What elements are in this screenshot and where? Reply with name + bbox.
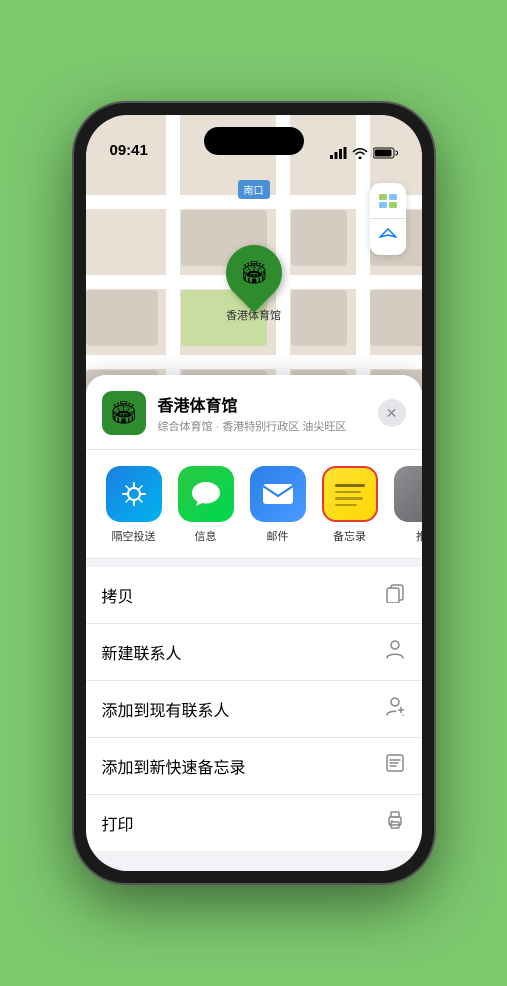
new-contact-icon (384, 638, 406, 666)
action-print[interactable]: 打印 (86, 795, 422, 851)
action-new-contact[interactable]: 新建联系人 (86, 624, 422, 681)
more-label: 推 (416, 528, 422, 544)
notes-lines (331, 478, 369, 511)
copy-icon (384, 581, 406, 609)
copy-symbol (384, 581, 406, 603)
more-icon (394, 466, 422, 522)
airdrop-label: 隔空投送 (112, 528, 156, 544)
battery-icon (373, 147, 398, 159)
messages-icon (178, 466, 234, 522)
action-print-label: 打印 (102, 811, 134, 835)
signal-icon (330, 147, 347, 159)
action-quick-note[interactable]: 添加到新快速备忘录 (86, 738, 422, 795)
location-header: 🏟 香港体育馆 综合体育馆 · 香港特别行政区 油尖旺区 ✕ (86, 375, 422, 450)
map-block (370, 290, 422, 346)
action-add-existing-contact[interactable]: 添加到现有联系人 (86, 681, 422, 738)
bottom-sheet: 🏟 香港体育馆 综合体育馆 · 香港特别行政区 油尖旺区 ✕ (86, 375, 422, 871)
action-quick-note-label: 添加到新快速备忘录 (102, 754, 246, 778)
notes-line-3 (335, 497, 363, 500)
phone-screen: 09:41 (86, 115, 422, 871)
location-icon: 🏟 (102, 391, 146, 435)
airdrop-symbol (119, 479, 149, 509)
status-time: 09:41 (110, 142, 148, 159)
location-arrow-icon (379, 228, 397, 246)
action-list: 拷贝 新建联系人 (86, 567, 422, 851)
person-symbol (384, 638, 406, 660)
mail-icon (250, 466, 306, 522)
notes-line-4 (335, 504, 357, 507)
notes-line-2 (335, 491, 361, 494)
mail-label: 邮件 (267, 528, 289, 544)
location-button[interactable] (370, 219, 406, 255)
map-controls (370, 183, 406, 255)
map-type-button[interactable] (370, 183, 406, 219)
print-icon (384, 809, 406, 837)
messages-label: 信息 (195, 528, 217, 544)
action-copy-label: 拷贝 (102, 583, 134, 607)
notes-line-1 (335, 484, 365, 487)
map-marker: 🏟 香港体育馆 (226, 245, 282, 323)
dynamic-island (204, 127, 304, 155)
airdrop-icon (106, 466, 162, 522)
wifi-icon (352, 147, 368, 159)
notes-icon (322, 466, 378, 522)
marker-icon: 🏟 (240, 260, 268, 286)
action-new-contact-label: 新建联系人 (102, 640, 182, 664)
action-add-existing-label: 添加到现有联系人 (102, 697, 230, 721)
messages-symbol (190, 479, 222, 509)
map-block (291, 210, 347, 266)
add-contact-icon (384, 695, 406, 723)
location-name: 香港体育馆 (158, 392, 366, 416)
note-symbol (384, 752, 406, 774)
share-item-notes[interactable]: 备忘录 (314, 466, 386, 544)
share-item-airdrop[interactable]: 隔空投送 (98, 466, 170, 544)
quick-note-icon (384, 752, 406, 780)
map-road (86, 355, 422, 369)
map-icon (378, 191, 398, 211)
share-item-more[interactable]: 推 (386, 466, 422, 544)
person-add-symbol (384, 695, 406, 717)
notes-label: 备忘录 (333, 528, 366, 544)
map-block (86, 290, 158, 346)
location-desc: 综合体育馆 · 香港特别行政区 油尖旺区 (158, 418, 366, 434)
printer-symbol (384, 809, 406, 831)
close-button[interactable]: ✕ (378, 399, 406, 427)
marker-pin: 🏟 (214, 233, 293, 312)
action-copy[interactable]: 拷贝 (86, 567, 422, 624)
share-item-mail[interactable]: 邮件 (242, 466, 314, 544)
status-icons (330, 147, 398, 159)
map-block (291, 290, 347, 346)
share-row: 隔空投送 信息 (86, 450, 422, 559)
map-station-label: 南口 (238, 180, 270, 199)
share-item-messages[interactable]: 信息 (170, 466, 242, 544)
phone-frame: 09:41 (74, 103, 434, 883)
mail-symbol (261, 480, 295, 508)
location-info: 香港体育馆 综合体育馆 · 香港特别行政区 油尖旺区 (158, 392, 366, 434)
